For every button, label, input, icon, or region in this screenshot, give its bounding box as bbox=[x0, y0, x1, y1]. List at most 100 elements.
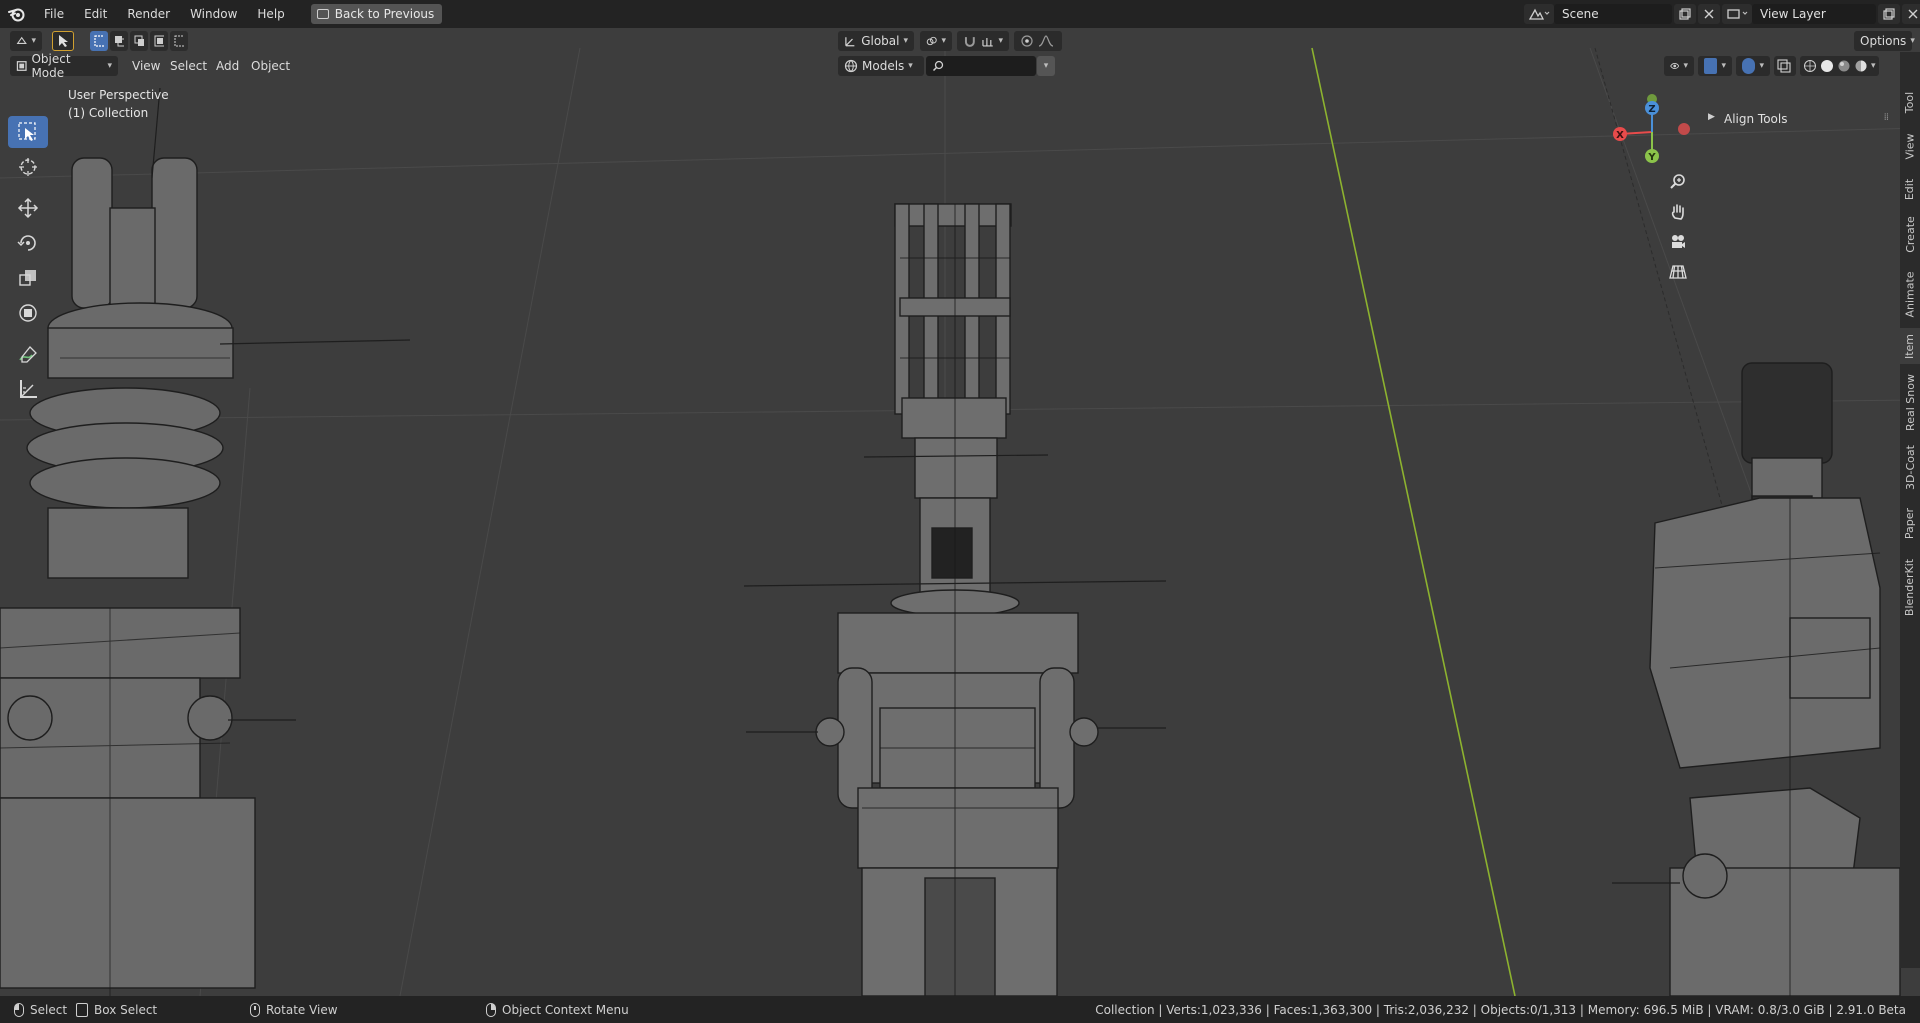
tool-shelf bbox=[8, 116, 48, 408]
annotate-tool[interactable] bbox=[8, 338, 48, 370]
move-tool[interactable] bbox=[8, 192, 48, 224]
wireframe-shading-icon[interactable] bbox=[1803, 59, 1817, 73]
xray-toggle[interactable] bbox=[1774, 56, 1796, 76]
proportional-editing-icon[interactable] bbox=[1020, 34, 1034, 48]
transform-icon bbox=[19, 304, 37, 322]
rotate-tool[interactable] bbox=[8, 227, 48, 259]
menu-help[interactable]: Help bbox=[247, 0, 294, 28]
blender-logo-icon[interactable] bbox=[0, 0, 34, 28]
new-view-layer-icon[interactable] bbox=[1878, 4, 1900, 24]
perspective-toggle-button[interactable] bbox=[1664, 258, 1692, 286]
chevron-down-icon: ▾ bbox=[1759, 61, 1764, 71]
tab-edit[interactable]: Edit bbox=[1900, 170, 1920, 208]
tab-3d-coat-label: 3D-Coat bbox=[1903, 444, 1917, 490]
menu-render[interactable]: Render bbox=[117, 0, 180, 28]
measure-ruler-icon bbox=[20, 380, 37, 398]
status-rotate-view-label: Rotate View bbox=[266, 1002, 338, 1017]
chevron-down-icon: ▾ bbox=[941, 36, 946, 46]
tab-create[interactable]: Create bbox=[1900, 210, 1920, 258]
select-new-icon[interactable] bbox=[90, 31, 108, 51]
camera-view-button[interactable] bbox=[1664, 228, 1692, 256]
collection-filter-dropdown[interactable]: Models ▾ bbox=[838, 56, 924, 76]
cursor-tool[interactable] bbox=[8, 151, 48, 183]
tab-edit-label: Edit bbox=[1903, 178, 1917, 200]
3d-cursor-icon bbox=[19, 158, 37, 176]
rendered-shading-icon[interactable] bbox=[1854, 59, 1868, 73]
select-intersect-icon[interactable] bbox=[170, 31, 188, 51]
delete-view-layer-icon[interactable] bbox=[1902, 4, 1920, 24]
chevron-down-icon: ▾ bbox=[107, 61, 112, 71]
screen-icon bbox=[316, 9, 329, 19]
zoom-view-button[interactable] bbox=[1664, 168, 1692, 196]
tab-blenderkit[interactable]: BlenderKit bbox=[1900, 552, 1920, 622]
zoom-magnifier-icon bbox=[1670, 174, 1685, 189]
tab-real-snow[interactable]: Real Snow bbox=[1900, 370, 1920, 434]
search-input[interactable] bbox=[948, 59, 1028, 73]
navigation-gizmo[interactable]: X Y Z bbox=[1604, 92, 1694, 172]
menu-object[interactable]: Object bbox=[244, 56, 297, 76]
select-extend-icon[interactable] bbox=[110, 31, 128, 51]
scene-browse-button[interactable] bbox=[1524, 4, 1554, 24]
options-dropdown[interactable]: Options ▾ bbox=[1854, 31, 1915, 51]
view-layer-name-field[interactable]: View Layer bbox=[1752, 4, 1876, 24]
tab-item[interactable]: Item bbox=[1900, 328, 1920, 364]
mouse-right-icon bbox=[486, 1002, 496, 1017]
tab-paper[interactable]: Paper bbox=[1900, 500, 1920, 546]
drag-handle-icon[interactable]: ⁞⁞ bbox=[1884, 112, 1889, 123]
object-visibility-dropdown[interactable]: ▾ bbox=[1664, 56, 1694, 76]
select-box-icon bbox=[18, 122, 36, 141]
back-to-previous-button[interactable]: Back to Previous bbox=[310, 4, 443, 24]
tab-3d-coat[interactable]: 3D-Coat bbox=[1900, 440, 1920, 494]
tab-animate[interactable]: Animate bbox=[1900, 264, 1920, 324]
tab-view[interactable]: View bbox=[1900, 126, 1920, 166]
measure-tool[interactable] bbox=[8, 373, 48, 405]
new-scene-icon[interactable] bbox=[1674, 4, 1696, 24]
scene-name-field[interactable]: Scene bbox=[1554, 4, 1672, 24]
falloff-curve-icon[interactable] bbox=[1038, 34, 1054, 48]
align-tools-panel[interactable]: ▶ Align Tools ⁞⁞ bbox=[1696, 108, 1896, 132]
object-mode-dropdown[interactable]: Object Mode ▾ bbox=[10, 52, 118, 80]
view-layer-browse-button[interactable] bbox=[1722, 4, 1752, 24]
status-context-menu-label: Object Context Menu bbox=[502, 1002, 629, 1017]
transform-orientation-label: Global bbox=[861, 34, 900, 48]
scale-tool[interactable] bbox=[8, 262, 48, 294]
negative-x-axis-handle[interactable] bbox=[1678, 123, 1690, 135]
select-invert-icon[interactable] bbox=[150, 31, 168, 51]
status-box-select-label: Box Select bbox=[94, 1002, 158, 1017]
transform-orientation-dropdown[interactable]: Global ▾ bbox=[838, 31, 914, 51]
menu-view[interactable]: View bbox=[125, 56, 167, 76]
3d-viewport[interactable]: ▾ Global ▾ ▾ ▾ Options ▾ Object Mode ▾ V… bbox=[0, 28, 1920, 996]
pan-view-button[interactable] bbox=[1664, 198, 1692, 226]
status-select-hint: Select bbox=[14, 1002, 67, 1017]
overlays-toggle[interactable]: ▾ bbox=[1736, 56, 1770, 76]
solid-shading-icon[interactable] bbox=[1820, 59, 1834, 73]
editor-type-button[interactable]: ▾ bbox=[10, 31, 42, 51]
select-tool-button[interactable] bbox=[52, 31, 74, 51]
filter-options-button[interactable]: ▾ bbox=[1037, 56, 1055, 76]
camera-icon bbox=[1672, 235, 1685, 248]
status-rotate-view-hint: Rotate View bbox=[250, 1002, 338, 1017]
material-shading-icon[interactable] bbox=[1837, 59, 1851, 73]
snap-increment-icon[interactable] bbox=[981, 34, 995, 48]
box-select-icon bbox=[76, 1002, 88, 1017]
menu-add[interactable]: Add bbox=[209, 56, 246, 76]
mouse-left-icon bbox=[14, 1002, 24, 1017]
chevron-down-icon: ▾ bbox=[1721, 61, 1726, 71]
pivot-point-dropdown[interactable]: ▾ bbox=[920, 31, 952, 51]
select-subtract-icon[interactable] bbox=[130, 31, 148, 51]
tab-tool[interactable]: Tool bbox=[1900, 84, 1920, 120]
search-field[interactable] bbox=[926, 56, 1036, 76]
hand-pan-icon bbox=[1671, 204, 1684, 220]
menu-window[interactable]: Window bbox=[180, 0, 247, 28]
menu-file[interactable]: File bbox=[34, 0, 74, 28]
snap-magnet-icon[interactable] bbox=[963, 34, 977, 48]
transform-tool[interactable] bbox=[8, 297, 48, 329]
select-box-tool[interactable] bbox=[8, 116, 48, 148]
tab-real-snow-label: Real Snow bbox=[1903, 373, 1917, 431]
chevron-down-icon: ▾ bbox=[908, 61, 913, 71]
menu-select[interactable]: Select bbox=[163, 56, 214, 76]
delete-scene-icon[interactable] bbox=[1698, 4, 1720, 24]
snap-group: ▾ bbox=[957, 31, 1009, 51]
gizmo-toggle[interactable]: ▾ bbox=[1698, 56, 1732, 76]
menu-edit[interactable]: Edit bbox=[74, 0, 117, 28]
